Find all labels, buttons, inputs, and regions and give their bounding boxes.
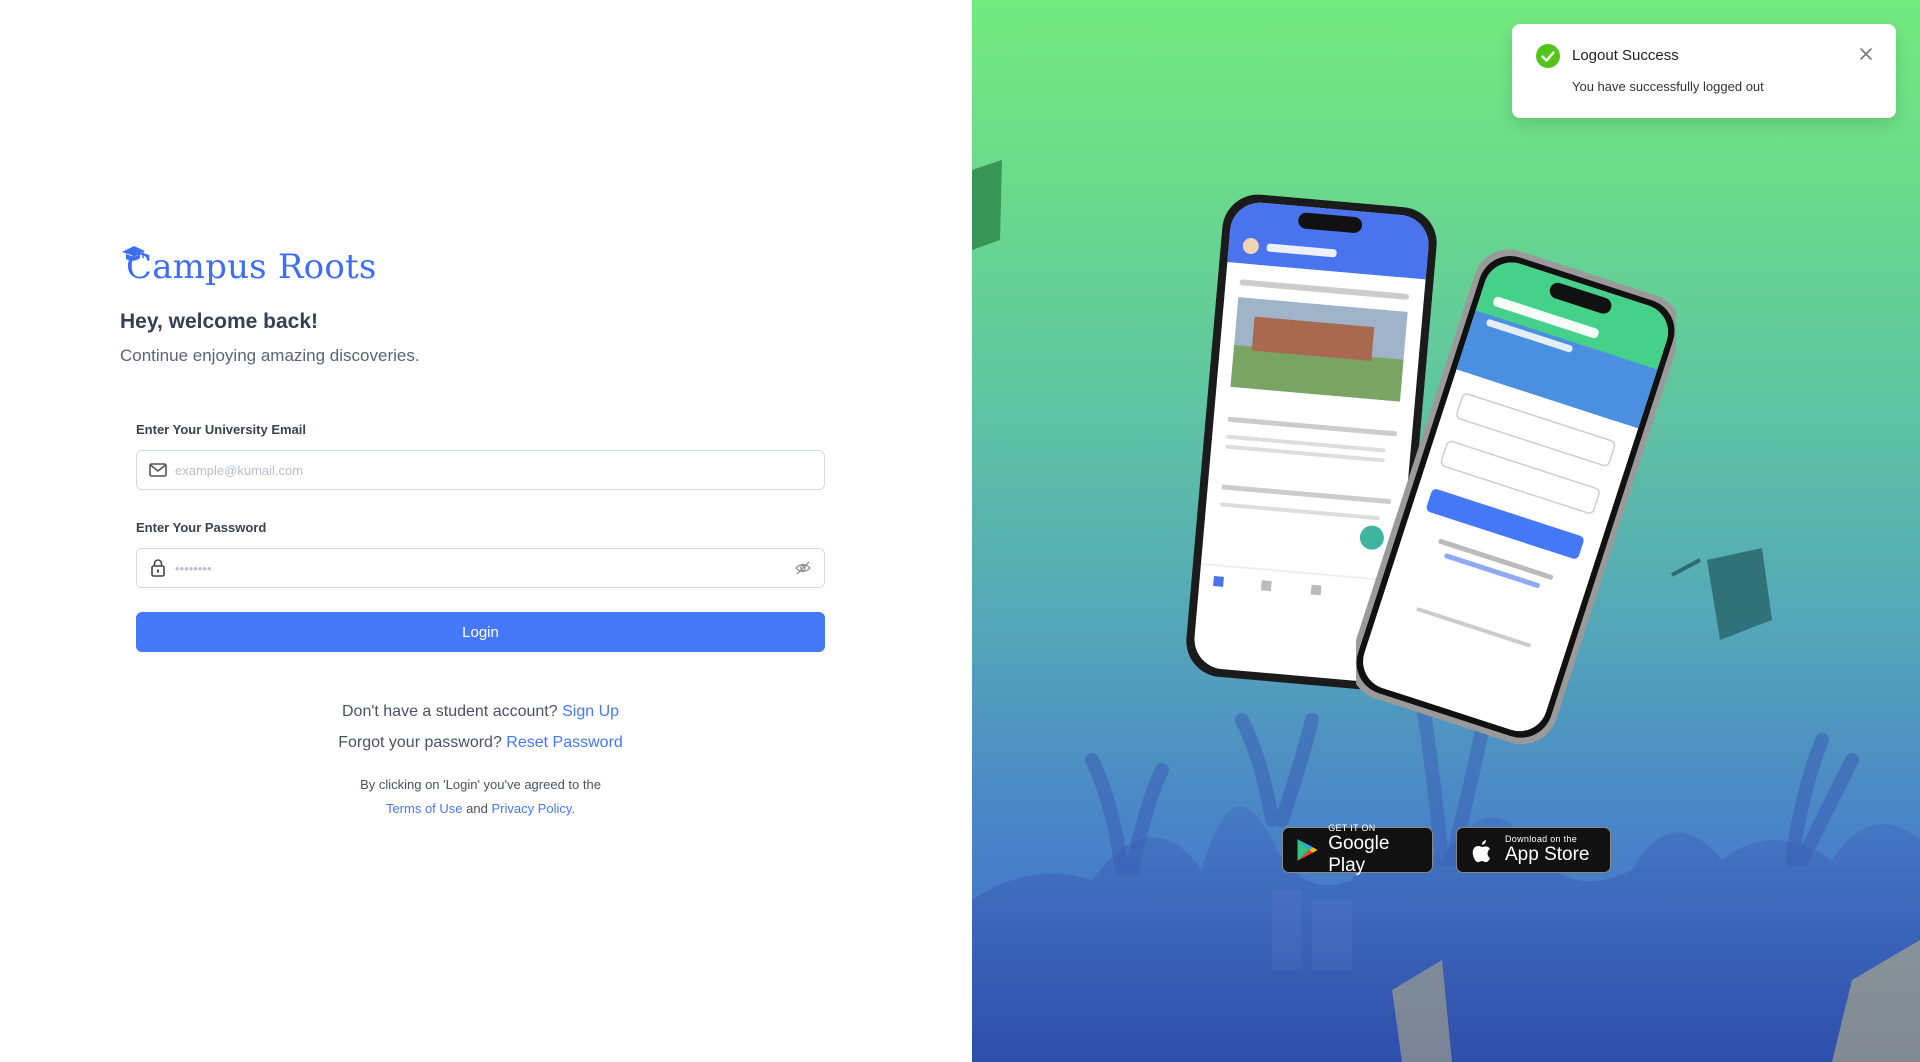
password-field-wrapper (136, 548, 825, 588)
reset-password-link[interactable]: Reset Password (506, 734, 623, 751)
forgot-line: Forgot your password? Reset Password (136, 734, 825, 752)
promo-panel: GET IT ON Google Play Download on the Ap… (972, 0, 1920, 1062)
welcome-subheading: Continue enjoying amazing discoveries. (120, 346, 420, 365)
check-circle-icon (1536, 44, 1560, 68)
app-store-button[interactable]: Download on the App Store (1456, 827, 1611, 873)
email-input[interactable] (175, 451, 824, 489)
toast-message: You have successfully logged out (1572, 79, 1764, 94)
email-field-wrapper (136, 450, 825, 490)
email-label: Enter Your University Email (136, 422, 307, 437)
privacy-link[interactable]: Privacy Policy (491, 801, 571, 816)
welcome-heading: Hey, welcome back! (120, 310, 319, 333)
eye-off-icon[interactable] (794, 559, 812, 577)
mail-icon (149, 461, 167, 479)
app-store-small: Download on the (1505, 834, 1578, 844)
app-store-big: App Store (1505, 844, 1590, 865)
google-play-icon (1297, 839, 1318, 861)
phone-mockup-login (1356, 249, 1676, 745)
close-icon[interactable] (1858, 46, 1874, 62)
legal-text: By clicking on 'Login' you've agreed to … (360, 777, 601, 792)
legal-period: . (571, 801, 576, 816)
brand-logo: Campus Roots (120, 244, 377, 290)
lock-icon (149, 559, 167, 577)
logout-toast: Logout Success You have successfully log… (1512, 24, 1896, 118)
terms-link[interactable]: Terms of Use (386, 801, 463, 816)
signup-prompt: Don't have a student account? (341, 703, 558, 720)
password-input[interactable] (175, 549, 794, 587)
google-play-text: GET IT ON Google Play (1328, 823, 1422, 877)
graduation-cap-icon (122, 246, 145, 261)
password-label: Enter Your Password (136, 520, 267, 535)
brand-name: Campus Roots (126, 247, 377, 287)
login-button[interactable]: Login (136, 612, 825, 652)
forgot-prompt: Forgot your password? (338, 734, 502, 751)
legal-links: Terms of Use and Privacy Policy. (136, 797, 825, 821)
signup-line: Don't have a student account? Sign Up (136, 703, 825, 721)
toast-title: Logout Success (1572, 47, 1679, 64)
apple-icon (1472, 840, 1490, 863)
signup-link[interactable]: Sign Up (562, 703, 619, 720)
login-panel: Campus Roots Hey, welcome back! Continue… (0, 0, 972, 1062)
google-play-small: GET IT ON (1328, 823, 1376, 833)
legal-and: and (466, 801, 488, 816)
google-play-big: Google Play (1328, 833, 1390, 876)
google-play-button[interactable]: GET IT ON Google Play (1282, 823, 1433, 876)
app-store-text: Download on the App Store (1505, 834, 1590, 866)
